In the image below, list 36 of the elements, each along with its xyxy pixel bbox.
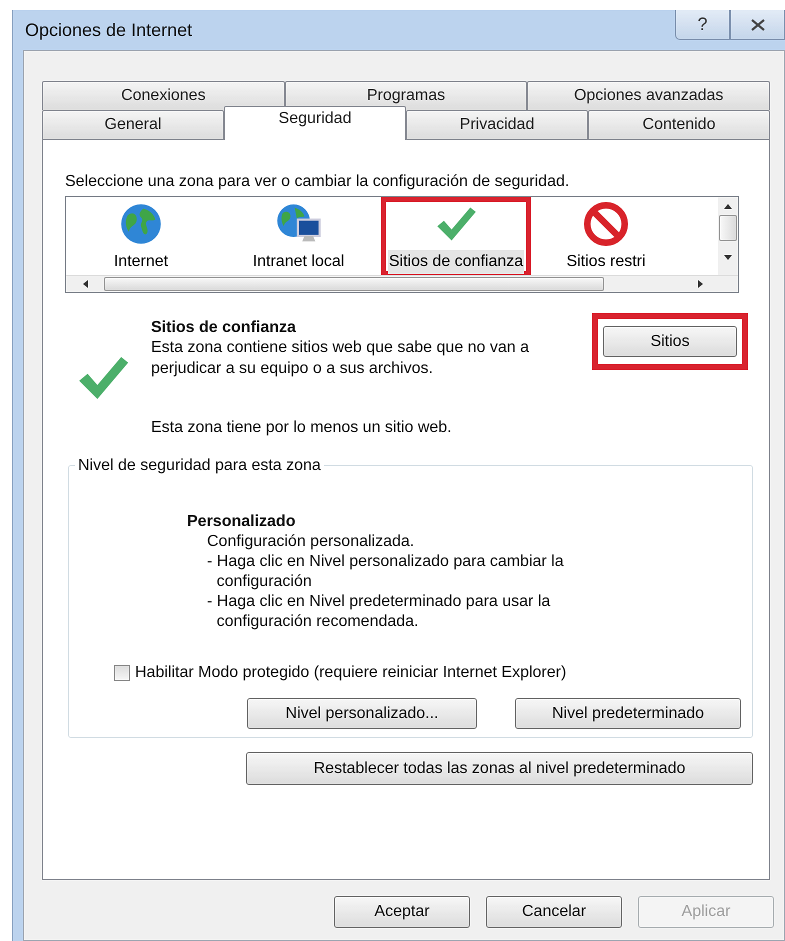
- scroll-left-icon[interactable]: [82, 280, 88, 288]
- scroll-right-icon[interactable]: [698, 280, 704, 288]
- tab[interactable]: Contenido: [588, 110, 770, 139]
- tab[interactable]: Privacidad: [406, 110, 588, 139]
- reset-zones-button[interactable]: Restablecer todas las zonas al nivel predeterminado: [246, 752, 753, 785]
- level-description: - Haga clic en Nivel predeterminado para usar la configuración recomendada.: [207, 592, 552, 632]
- zone-prompt: Seleccione una zona para ver o cambiar la configuración de seguridad.: [65, 172, 570, 192]
- zone-title: Sitios de confianza: [151, 318, 296, 338]
- tab[interactable]: Conexiones: [42, 81, 285, 110]
- scroll-up-icon[interactable]: [724, 203, 732, 209]
- prohibited-icon: [584, 202, 628, 246]
- dialog-button[interactable]: Aceptar: [334, 896, 470, 928]
- zone-description: Esta zona contiene sitios web que sabe que no van a perjudicar a su equipo o a sus archivos.: [151, 338, 530, 379]
- level-description: Configuración personalizada.: [207, 532, 416, 552]
- globe-icon: [119, 202, 163, 246]
- dialog-button[interactable]: Cancelar: [486, 896, 622, 928]
- vertical-scrollbar[interactable]: [718, 197, 738, 276]
- zone-item[interactable]: Sitios restri: [531, 197, 681, 276]
- level-button[interactable]: Nivel predeterminado: [515, 698, 741, 729]
- tab[interactable]: Seguridad: [224, 106, 406, 140]
- level-description: - Haga clic en Nivel personalizado para cambiar la configuración: [207, 552, 565, 592]
- checkbox[interactable]: [114, 665, 130, 681]
- sites-button[interactable]: Sitios: [603, 326, 737, 357]
- help-button[interactable]: ?: [675, 10, 730, 40]
- close-button[interactable]: [730, 10, 785, 40]
- level-button[interactable]: Nivel personalizado...: [247, 698, 477, 729]
- tab[interactable]: Programas: [284, 81, 528, 110]
- scroll-down-icon[interactable]: [724, 255, 732, 261]
- close-icon: [748, 18, 766, 32]
- checkbox-label: Habilitar Modo protegido (requiere reiniciar Internet Explorer): [135, 663, 566, 683]
- window-title: Opciones de Internet: [25, 18, 192, 42]
- tab[interactable]: Opciones avanzadas: [527, 81, 770, 110]
- tab[interactable]: General: [42, 110, 224, 139]
- level-title: Personalizado: [187, 512, 296, 532]
- zone-note: Esta zona tiene por lo menos un sitio web.: [151, 418, 452, 438]
- horizontal-scrollbar[interactable]: [66, 275, 738, 292]
